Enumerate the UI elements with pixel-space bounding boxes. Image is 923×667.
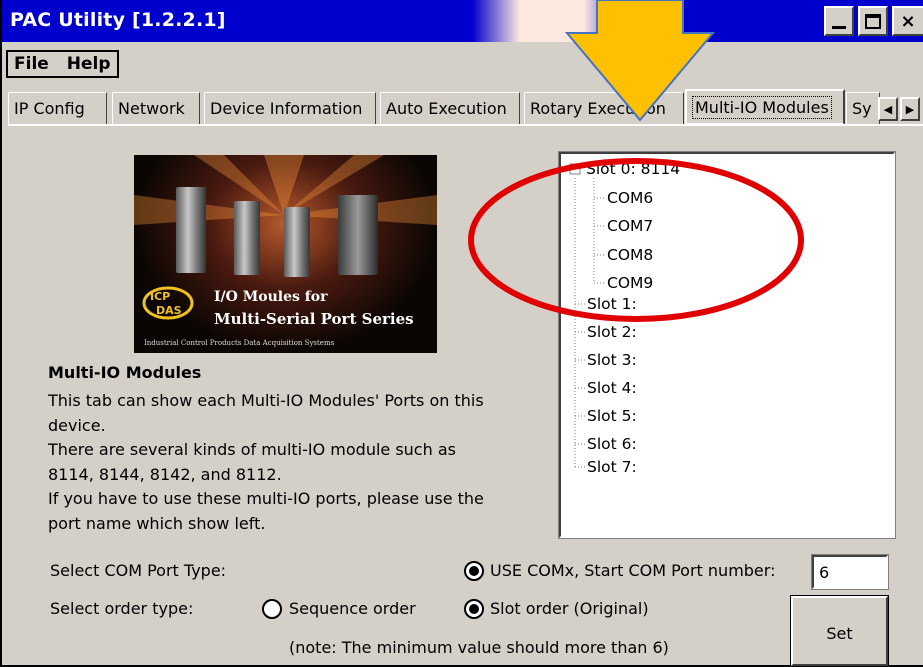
tab-label: Rotary Execution — [530, 99, 666, 118]
description-line: There are several kinds of multi-IO modu… — [48, 440, 456, 459]
tab-auto-execution[interactable]: Auto Execution — [380, 92, 520, 124]
icp-das-logo-icon: ICP DAS — [142, 286, 194, 320]
tab-ip-config[interactable]: IP Config — [8, 92, 107, 124]
window-title: PAC Utility [1.2.2.1] — [10, 9, 226, 31]
tree-node-slot-5[interactable]: Slot 5: — [587, 407, 637, 425]
tree-node-slot-2[interactable]: Slot 2: — [587, 323, 637, 341]
menu-help[interactable]: Help — [67, 54, 111, 74]
module-device-3 — [284, 207, 310, 277]
use-comx-radio[interactable] — [464, 561, 484, 581]
maximize-icon — [865, 13, 881, 29]
tree-node-slot-7[interactable]: Slot 7: — [587, 458, 637, 476]
tree-node-com8[interactable]: COM8 — [607, 246, 653, 264]
description-line: device. — [48, 415, 106, 435]
slot-tree-view[interactable]: − Slot 0: 8114 COM6 COM7 COM8 COM9 Slot … — [558, 151, 896, 539]
tab-device-information[interactable]: Device Information — [204, 92, 376, 124]
close-button[interactable]: × — [892, 6, 923, 36]
description-line: 8114, 8144, 8142, and 8112. — [48, 464, 282, 484]
module-device-1 — [176, 187, 206, 273]
tree-node-slot-6[interactable]: Slot 6: — [587, 435, 637, 453]
com-port-type-label: Select COM Port Type: — [50, 561, 227, 580]
tree-node-slot-1[interactable]: Slot 1: — [587, 295, 637, 313]
description-line: If you have to use these multi-IO ports,… — [48, 489, 484, 508]
sequence-order-radio[interactable] — [262, 599, 282, 619]
tab-strip: IP Config Network Device Information Aut… — [8, 89, 923, 125]
tab-baseline — [8, 124, 923, 126]
menu-file[interactable]: File — [14, 54, 49, 74]
description-line: This tab can show each Multi-IO Modules'… — [48, 391, 484, 410]
tab-rotary-execution[interactable]: Rotary Execution — [524, 92, 684, 124]
tree-connector-lines — [569, 163, 605, 468]
triangle-left-icon: ◀ — [883, 102, 893, 116]
tab-system[interactable]: Sy — [846, 92, 880, 124]
menu-box: File Help — [6, 50, 119, 78]
tab-scroll-right-button[interactable]: ▶ — [900, 97, 920, 121]
image-caption-footer: Industrial Control Products Data Acquisi… — [144, 339, 335, 347]
svg-text:ICP: ICP — [150, 290, 170, 303]
tab-label: Device Information — [210, 99, 363, 118]
use-comx-label: USE COMx, Start COM Port number: — [490, 561, 776, 580]
slot-order-radio[interactable] — [464, 599, 484, 619]
tree-node-slot-0[interactable]: Slot 0: 8114 — [586, 160, 680, 178]
tab-scroll-left-button[interactable]: ◀ — [878, 97, 898, 121]
tree-node-slot-4[interactable]: Slot 4: — [587, 379, 637, 397]
note-text: (note: The minimum value should more tha… — [289, 638, 669, 657]
description-title: Multi-IO Modules — [48, 363, 202, 382]
tree-node-com7[interactable]: COM7 — [607, 217, 653, 235]
tab-label: Multi-IO Modules — [692, 95, 832, 119]
minimize-button[interactable] — [824, 6, 854, 36]
icp-das-logo: ICP DAS — [142, 283, 198, 327]
collapse-icon[interactable]: − — [569, 160, 581, 172]
tab-label: Sy — [852, 99, 872, 118]
tree-node-com6[interactable]: COM6 — [607, 189, 653, 207]
title-bar-highlight — [472, 0, 632, 42]
tab-label: IP Config — [14, 99, 85, 118]
title-bar[interactable]: PAC Utility [1.2.2.1] × — [2, 0, 923, 42]
product-image: ICP DAS I/O Moules for Multi-Serial Port… — [134, 155, 437, 353]
sequence-order-label: Sequence order — [289, 599, 416, 618]
menu-bar: File Help — [2, 44, 923, 84]
image-caption-line1: I/O Moules for — [214, 289, 328, 305]
order-type-label: Select order type: — [50, 599, 194, 618]
svg-text:DAS: DAS — [156, 304, 182, 317]
tab-label: Network — [118, 99, 185, 118]
tab-network[interactable]: Network — [112, 92, 200, 124]
module-device-4 — [338, 195, 378, 275]
start-com-port-input[interactable] — [811, 554, 889, 590]
tree-node-com9[interactable]: COM9 — [607, 274, 653, 292]
set-button[interactable]: Set — [790, 595, 889, 667]
tree-node-slot-3[interactable]: Slot 3: — [587, 351, 637, 369]
description-line: port name which show left. — [48, 513, 266, 533]
slot-order-label: Slot order (Original) — [490, 599, 649, 618]
triangle-right-icon: ▶ — [905, 102, 915, 116]
pac-utility-window: PAC Utility [1.2.2.1] × File Help IP Con… — [0, 0, 923, 667]
maximize-button[interactable] — [858, 6, 888, 36]
image-caption-line2: Multi-Serial Port Series — [214, 310, 414, 328]
tab-label: Auto Execution — [386, 99, 507, 118]
module-device-2 — [234, 201, 260, 275]
tab-multi-io-modules[interactable]: Multi-IO Modules — [685, 89, 845, 125]
close-icon: × — [900, 10, 916, 32]
description-body: This tab can show each Multi-IO Modules'… — [48, 389, 538, 536]
minimize-icon — [832, 25, 846, 29]
